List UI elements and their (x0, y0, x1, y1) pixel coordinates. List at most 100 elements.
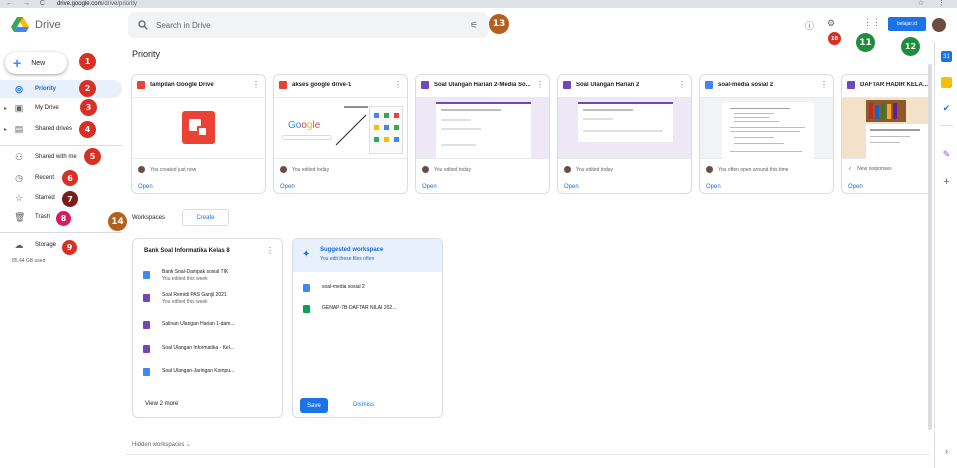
account-label: belajar.id (896, 21, 917, 27)
item-name: Soal Remidi PAS Ganjil 2021 (162, 292, 227, 298)
settings-icon[interactable]: ⚙ (827, 18, 835, 29)
more-options-icon[interactable]: ⋮ (252, 80, 260, 89)
more-options-icon[interactable]: ⋮ (266, 246, 274, 255)
file-card[interactable]: akses google drive-1 ⋮ Google You edited… (273, 74, 408, 194)
view-more-link[interactable]: View 2 more (145, 401, 178, 407)
file-title: Soal Ulangan Harian 2-Media So... (434, 82, 531, 88)
expand-arrow-icon[interactable]: ▸ (4, 105, 7, 112)
list-item[interactable]: Bank Soal-Dampak sosial TIK You edited t… (143, 269, 278, 291)
page-title: Priority (132, 49, 161, 59)
docs-icon (303, 284, 310, 292)
new-button[interactable]: + New (5, 52, 67, 74)
sidebar-item-shared-with-me[interactable]: ⚇ Shared with me (0, 148, 122, 166)
file-activity: You edited today (280, 166, 329, 173)
app-name: Drive (35, 18, 61, 31)
new-button-label: New (31, 59, 46, 67)
search-bar[interactable]: Search in Drive ⚟ (128, 12, 488, 38)
scrollbar[interactable] (928, 64, 932, 430)
workspace-card[interactable]: Bank Soal Informatika Kelas 8 ⋮ Bank Soa… (132, 238, 283, 418)
expand-arrow-icon[interactable]: ▸ (4, 126, 7, 133)
sidebar: + New 1 ◎ Priority 2 ▸ ▣ My Drive 3 ▸ ▤ … (0, 44, 125, 468)
list-item[interactable]: GENAP-7B-DAFTAR NILAI 202... (303, 303, 438, 325)
search-options-icon[interactable]: ⚟ (470, 20, 478, 31)
slides-logo-icon (182, 111, 215, 144)
sidebar-divider (0, 232, 122, 233)
account-button[interactable]: belajar.id (888, 17, 926, 31)
people-icon: ⚇ (14, 151, 24, 162)
file-title: akses google drive-1 (292, 82, 352, 88)
open-link[interactable]: Open (848, 184, 863, 190)
sidebar-item-shared-drives[interactable]: ▸ ▤ Shared drives (0, 120, 122, 138)
file-card[interactable]: Soal Ulangan Harian 2-Media So... ⋮ You … (415, 74, 550, 194)
chevron-right-icon[interactable]: › (941, 445, 952, 456)
add-icon[interactable]: + (941, 176, 952, 188)
file-thumbnail: Google (274, 97, 407, 159)
open-link[interactable]: Open (706, 184, 721, 190)
sidebar-item-my-drive[interactable]: ▸ ▣ My Drive (0, 99, 122, 117)
create-workspace-button[interactable]: Create (182, 209, 229, 226)
annotation-badge-3: 3 (80, 99, 97, 116)
list-item[interactable]: Soal Remidi PAS Ganjil 2021 You edited t… (143, 292, 278, 314)
browser-actions[interactable]: ☆ ⋮ (918, 0, 951, 8)
more-options-icon[interactable]: ⋮ (678, 80, 686, 89)
addon-icon[interactable]: ✎ (941, 149, 952, 160)
file-thumbnail (842, 97, 929, 160)
file-card[interactable]: DAFTAR HADIR KELA... ✓ New responses Open (841, 74, 929, 194)
file-activity-text: You edited today (576, 166, 614, 173)
sidebar-item-priority[interactable]: ◎ Priority (0, 80, 122, 98)
suggested-workspace-card: ✦ Suggested workspace You edit these fil… (292, 238, 443, 418)
browser-chrome: ← → C drive.google.com/drive/priority ☆ … (0, 0, 957, 8)
item-name: Soal Ulangan Informatika - Kel... (162, 345, 234, 351)
more-options-icon[interactable]: ⋮ (536, 80, 544, 89)
sidebar-item-label: My Drive (35, 105, 59, 111)
file-thumbnail (416, 97, 549, 159)
save-button[interactable]: Save (300, 398, 328, 413)
form-preview-image (436, 102, 531, 158)
file-activity-text: New responses (857, 166, 892, 172)
open-link[interactable]: Open (564, 184, 579, 190)
help-icon[interactable]: ⓘ (805, 19, 814, 32)
file-activity-text: You edited today (292, 166, 330, 173)
open-link[interactable]: Open (138, 184, 153, 190)
main-content: Priority tampilan Google Drive ⋮ You cre… (108, 42, 930, 468)
calendar-icon[interactable]: 31 (941, 51, 952, 62)
more-options-icon[interactable]: ⋮ (394, 80, 402, 89)
file-card[interactable]: tampilan Google Drive ⋮ You created just… (131, 74, 266, 194)
apps-grid-icon[interactable]: ⋮⋮ (863, 17, 881, 28)
list-item[interactable]: Salinan Ulangan Harian 1-dam... (143, 319, 278, 341)
avatar[interactable] (932, 18, 946, 32)
dismiss-button[interactable]: Dismiss (353, 402, 374, 408)
annotation-badge-2: 2 (79, 80, 96, 97)
user-avatar-icon (564, 166, 571, 173)
file-card[interactable]: Soal Ulangan Harian 2 ⋮ You edited today… (557, 74, 692, 194)
sidebar-item-starred[interactable]: ☆ Starred (0, 189, 122, 207)
hidden-workspaces-toggle[interactable]: Hidden workspaces ⌄ (132, 441, 191, 448)
keep-icon[interactable] (941, 77, 952, 88)
annotation-badge-8: 8 (56, 211, 71, 226)
user-avatar-icon (422, 166, 429, 173)
file-activity: You edited today (422, 166, 471, 173)
list-item[interactable]: Soal Ulangan-Jaringan Kompu... (143, 366, 278, 388)
forms-icon (143, 321, 150, 329)
forms-icon (847, 81, 855, 89)
search-input[interactable]: Search in Drive (156, 21, 211, 30)
browser-nav-buttons[interactable]: ← → C (6, 0, 49, 8)
drive-logo-icon (11, 17, 29, 32)
open-link[interactable]: Open (280, 184, 295, 190)
sparkle-icon: ✦ (302, 249, 311, 260)
sidebar-item-recent[interactable]: ◷ Recent (0, 169, 122, 187)
form-preview-image (578, 102, 673, 142)
more-options-icon[interactable]: ⋮ (820, 80, 828, 89)
sidebar-item-label: Storage (35, 242, 57, 248)
address-bar[interactable]: drive.google.com/drive/priority (57, 0, 137, 8)
drive-logo[interactable]: Drive (11, 17, 61, 32)
plus-icon: + (13, 55, 22, 71)
list-item[interactable]: Soal Ulangan Informatika - Kel... (143, 343, 278, 365)
tasks-icon[interactable]: ✔ (941, 103, 952, 114)
open-link[interactable]: Open (422, 184, 437, 190)
annotation-badge-5: 5 (84, 148, 101, 165)
file-card[interactable]: soal-media sosial 2 ⋮ You often open aro… (699, 74, 834, 194)
list-item[interactable]: soal-media sosial 2 (303, 282, 438, 304)
sidebar-item-storage[interactable]: ☁ Storage (0, 236, 122, 254)
docs-icon (705, 81, 713, 89)
